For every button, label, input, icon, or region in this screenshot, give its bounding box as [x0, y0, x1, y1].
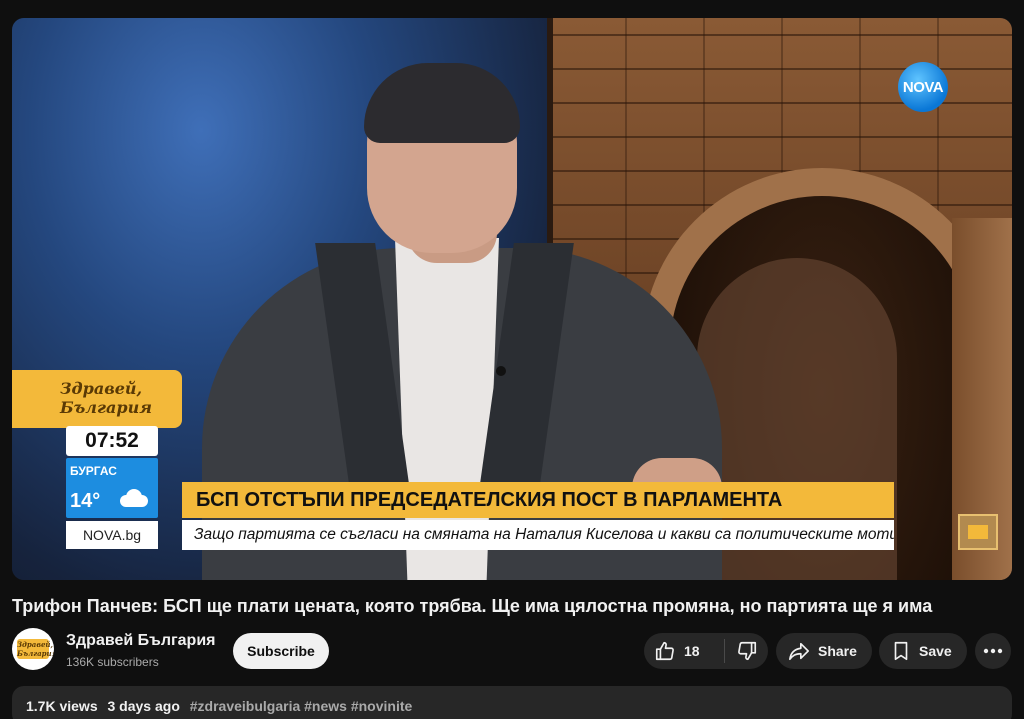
channel-name[interactable]: Здравей България — [66, 632, 216, 650]
show-mini-logo — [958, 514, 998, 550]
cloud-icon — [120, 489, 148, 507]
lapel-mic — [496, 366, 506, 376]
lower-third-subheadline: Защо партията се съгласи на смяната на Н… — [182, 520, 894, 550]
clock: 07:52 — [66, 426, 158, 456]
channel-avatar[interactable]: Здравей, България — [12, 628, 54, 670]
upload-date: 3 days ago — [107, 698, 180, 714]
video-player[interactable]: NOVA Здравей, България 07:52 БУРГАС 14° … — [12, 18, 1012, 580]
share-icon — [789, 642, 809, 661]
share-button[interactable]: Share — [776, 633, 872, 669]
more-actions-button[interactable] — [975, 633, 1011, 669]
site-label: NOVA.bg — [66, 521, 158, 549]
nova-logo: NOVA — [898, 62, 948, 112]
lower-third-headline: БСП ОТСТЪПИ ПРЕДСЕДАТЕЛСКИЯ ПОСТ В ПАРЛА… — [182, 482, 894, 518]
video-title: Трифон Панчев: БСП ще плати цената, коят… — [12, 596, 933, 616]
hashtags[interactable]: #zdraveibulgaria #news #novinite — [190, 698, 413, 714]
subscriber-count: 136K subscribers — [66, 655, 159, 669]
save-button[interactable]: Save — [879, 633, 967, 669]
view-count: 1.7K views — [26, 698, 98, 714]
weather-temp: 14° — [70, 490, 101, 512]
show-badge: Здравей, България — [12, 370, 182, 428]
subscribe-button[interactable]: Subscribe — [233, 633, 329, 669]
weather-box: БУРГАС 14° — [66, 458, 158, 518]
dislike-button[interactable] — [725, 633, 768, 669]
more-icon — [983, 648, 1003, 654]
share-label: Share — [818, 643, 857, 659]
weather-city: БУРГАС — [70, 464, 117, 478]
description-meta: 1.7K views 3 days ago #zdraveibulgaria #… — [26, 698, 418, 714]
like-button[interactable]: 18 — [644, 633, 724, 669]
description-box[interactable]: 1.7K views 3 days ago #zdraveibulgaria #… — [12, 686, 1012, 719]
like-dislike-group: 18 — [644, 633, 768, 669]
save-label: Save — [919, 643, 952, 659]
thumbs-up-icon — [655, 641, 674, 661]
like-count: 18 — [684, 643, 700, 659]
youtube-watch-page: NOVA Здравей, България 07:52 БУРГАС 14° … — [0, 0, 1024, 719]
bookmark-icon — [894, 641, 908, 661]
thumbs-down-icon — [737, 641, 756, 661]
